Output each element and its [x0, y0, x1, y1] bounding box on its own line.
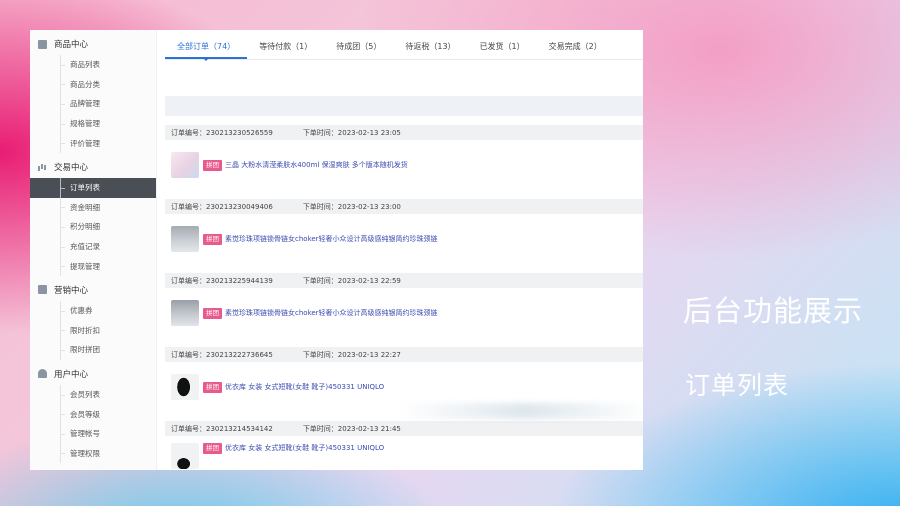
group-buy-tag: 拼团 — [203, 159, 222, 171]
sidebar-item-product-list[interactable]: 商品列表 — [30, 55, 156, 75]
product-title-link[interactable]: 素觉珍珠项链锁骨链女choker轻奢小众设计高级感纯银简约珍珠颈链 — [225, 308, 438, 318]
sidebar-group-user[interactable]: 用户中心 — [30, 363, 156, 385]
overlay-subtitle: 订单列表 — [685, 371, 790, 400]
order-header: 订单编号：230213230526559 下单时间：2023-02-13 23:… — [165, 125, 643, 140]
tab-all-orders[interactable]: 全部订单（74） — [165, 41, 248, 61]
group-buy-tag: 拼团 — [203, 233, 222, 245]
user-icon — [38, 369, 47, 379]
product-title-link[interactable]: 三晶 大粉水清滢柔肤水400ml 保湿爽肤 多个版本随机发货 — [225, 160, 408, 170]
sidebar-item-recharge[interactable]: 充值记录 — [30, 236, 156, 257]
order-number: 订单编号：230213222736645 — [171, 350, 273, 359]
sidebar-item-coupon[interactable]: 优惠券 — [30, 300, 156, 321]
sidebar-item-brand[interactable]: 品牌管理 — [30, 94, 156, 114]
product-thumbnail[interactable] — [171, 374, 199, 400]
sidebar-item-member-level[interactable]: 会员等级 — [30, 404, 156, 424]
order-number: 订单编号：230213214534142 — [171, 424, 273, 433]
group-buy-tag: 拼团 — [203, 307, 222, 319]
sidebar-item-discount[interactable]: 限时折扣 — [30, 320, 156, 341]
product-title-link[interactable]: 优衣库 女装 女式短靴(女鞋 靴子)450331 UNIQLO — [225, 443, 384, 453]
filter-area — [165, 60, 643, 96]
marketing-icon — [38, 285, 47, 295]
order-header: 订单编号：230213214534142 下单时间：2023-02-13 21:… — [165, 421, 643, 436]
order-card[interactable]: 订单编号：230213225944139 下单时间：2023-02-13 22:… — [165, 273, 643, 338]
order-item: 拼团 素觉珍珠项链锁骨链女choker轻奢小众设计高级感纯银简约珍珠颈链 — [165, 214, 643, 264]
order-number: 订单编号：230213230049406 — [171, 202, 273, 211]
sidebar-item-review[interactable]: 评价管理 — [30, 133, 156, 153]
group-buy-tag: 拼团 — [203, 381, 222, 393]
sidebar-item-admin-permission[interactable]: 管理权限 — [30, 443, 156, 464]
product-title-link[interactable]: 素觉珍珠项链锁骨链女choker轻奢小众设计高级感纯银简约珍珠颈链 — [225, 234, 438, 244]
order-card[interactable]: 订单编号：230213230049406 下单时间：2023-02-13 23:… — [165, 199, 643, 264]
order-time: 下单时间：2023-02-13 22:59 — [302, 276, 401, 285]
sidebar-group-label: 营销中心 — [54, 285, 89, 296]
product-thumbnail[interactable] — [171, 300, 199, 326]
active-tab-caret-icon — [203, 58, 210, 61]
tab-label: 全部订单（74） — [177, 42, 236, 51]
sidebar-item-order-list[interactable]: 订单列表 — [30, 177, 156, 198]
tab-pending-tax-refund[interactable]: 待返税（13） — [393, 41, 467, 59]
sidebar-item-product-category[interactable]: 商品分类 — [30, 74, 156, 95]
order-card[interactable]: 订单编号：230213214534142 下单时间：2023-02-13 21:… — [165, 421, 643, 469]
sidebar-group-label: 商品中心 — [54, 40, 89, 50]
order-item: 拼团 三晶 大粉水清滢柔肤水400ml 保湿爽肤 多个版本随机发货 — [165, 140, 643, 190]
sidebar-group-marketing[interactable]: 营销中心 — [30, 279, 156, 301]
order-item: 拼团 优衣库 女装 女式短靴(女鞋 靴子)450331 UNIQLO — [165, 436, 643, 469]
goods-icon — [38, 39, 47, 49]
sidebar-group-label: 用户中心 — [54, 369, 89, 380]
table-header — [165, 96, 643, 116]
order-header: 订单编号：230213230049406 下单时间：2023-02-13 23:… — [165, 199, 643, 214]
sidebar-item-points[interactable]: 积分明细 — [30, 217, 156, 237]
decorative-blur — [400, 403, 650, 419]
product-thumbnail[interactable] — [171, 226, 199, 252]
product-title-link[interactable]: 优衣库 女装 女式短靴(女鞋 靴子)450331 UNIQLO — [225, 382, 384, 392]
sidebar-item-member-list[interactable]: 会员列表 — [30, 384, 156, 405]
product-thumbnail[interactable] — [171, 443, 199, 469]
sidebar-group-goods[interactable]: 商品中心 — [30, 33, 156, 55]
tab-shipped[interactable]: 已发货（1） — [468, 41, 537, 59]
tab-pending-group[interactable]: 待成团（5） — [324, 41, 393, 59]
group-buy-tag: 拼团 — [203, 443, 222, 454]
sidebar-item-group-buy[interactable]: 限时拼团 — [30, 340, 156, 360]
sidebar-item-spec[interactable]: 规格管理 — [30, 113, 156, 134]
chart-icon — [38, 162, 47, 172]
order-time: 下单时间：2023-02-13 21:45 — [302, 424, 401, 433]
overlay-title: 后台功能展示 — [683, 294, 864, 328]
order-status-tabs: 全部订单（74） 等待付款（1） 待成团（5） 待返税（13） 已发货（1） 交… — [165, 30, 643, 61]
order-time: 下单时间：2023-02-13 23:00 — [302, 202, 401, 211]
tab-awaiting-payment[interactable]: 等待付款（1） — [247, 41, 324, 59]
sidebar-group-label: 交易中心 — [54, 162, 89, 173]
sidebar-item-withdraw[interactable]: 提现管理 — [30, 256, 156, 276]
sidebar-item-funds[interactable]: 资金明细 — [30, 197, 156, 218]
order-header: 订单编号：230213225944139 下单时间：2023-02-13 22:… — [165, 273, 643, 288]
order-time: 下单时间：2023-02-13 23:05 — [302, 128, 401, 137]
order-card[interactable]: 订单编号：230213230526559 下单时间：2023-02-13 23:… — [165, 125, 643, 190]
order-header: 订单编号：230213222736645 下单时间：2023-02-13 22:… — [165, 347, 643, 362]
sidebar-group-trade[interactable]: 交易中心 — [30, 156, 156, 178]
order-number: 订单编号：230213230526559 — [171, 128, 273, 137]
order-number: 订单编号：230213225944139 — [171, 276, 273, 285]
order-item: 拼团 素觉珍珠项链锁骨链女choker轻奢小众设计高级感纯银简约珍珠颈链 — [165, 288, 643, 338]
sidebar-item-admin-account[interactable]: 管理帐号 — [30, 423, 156, 444]
order-time: 下单时间：2023-02-13 22:27 — [302, 350, 401, 359]
sidebar: 商品中心 商品列表 商品分类 品牌管理 规格管理 评价管理 交易中心 订单列表 … — [30, 30, 157, 470]
product-thumbnail[interactable] — [171, 152, 199, 178]
tab-completed[interactable]: 交易完成（2） — [537, 41, 614, 59]
